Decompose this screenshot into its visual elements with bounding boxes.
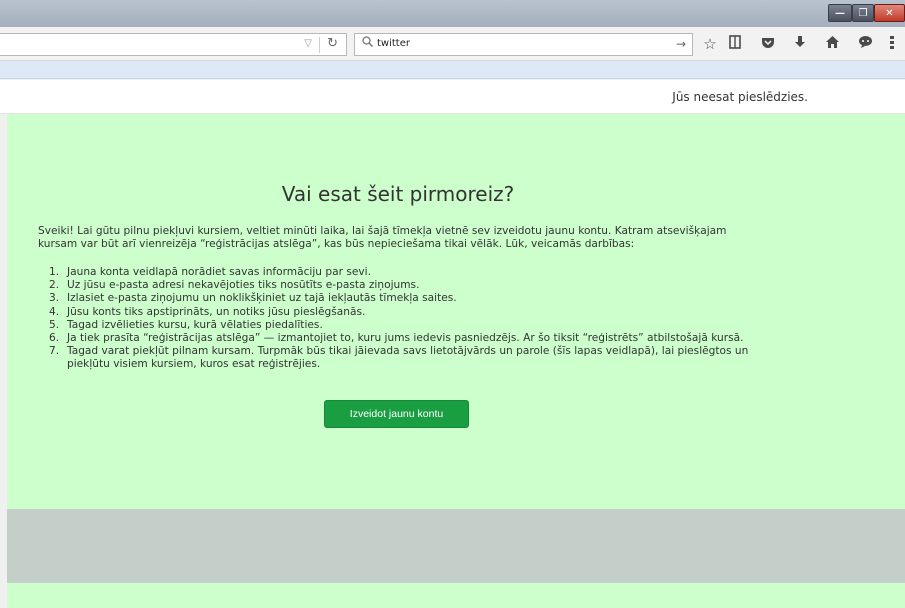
site-header: Jūs neesat pieslēdzies.: [0, 80, 905, 114]
step-number: 2.: [49, 279, 60, 292]
navigation-toolbar: ▽ ↻ twitter → ☆: [0, 27, 905, 61]
bookmarks-bar: [0, 61, 905, 79]
create-account-button[interactable]: Izveidot jaunu kontu: [324, 400, 469, 428]
list-item: 6. Ja tiek prasīta “reģistrācijas atslēga…: [49, 332, 749, 345]
bottom-panel: [7, 583, 905, 608]
steps-list: 1. Jauna konta veidlapā norādiet savas in…: [49, 266, 749, 372]
step-number: 5.: [49, 318, 60, 331]
address-bar[interactable]: ▽ ↻: [0, 33, 347, 56]
step-number: 4.: [49, 305, 60, 318]
step-number: 6.: [49, 332, 60, 345]
reading-list-icon[interactable]: [725, 34, 745, 54]
star-icon[interactable]: ☆: [700, 34, 720, 54]
search-input[interactable]: twitter: [377, 38, 410, 49]
step-text: Tagad varat piekļūt pilnam kursam. Turpm…: [67, 345, 749, 371]
download-icon[interactable]: [790, 34, 810, 54]
step-number: 3.: [49, 292, 60, 305]
search-go-icon[interactable]: →: [676, 37, 686, 51]
divider: [319, 37, 320, 53]
close-icon: ✕: [885, 7, 894, 19]
maximize-icon: ❐: [858, 7, 868, 19]
list-item: 4. Jūsu konts tiks apstiprināts, un notik…: [49, 306, 749, 319]
list-item: 1. Jauna konta veidlapā norādiet savas in…: [49, 266, 749, 279]
window-titlebar: — ❐ ✕: [0, 0, 905, 27]
search-bar[interactable]: twitter →: [354, 33, 693, 56]
home-icon[interactable]: [822, 34, 842, 54]
footer: [7, 509, 905, 583]
close-button[interactable]: ✕: [874, 4, 905, 22]
search-icon: [362, 36, 374, 50]
step-number: 1.: [49, 266, 60, 278]
login-status: Jūs neesat pieslēdzies.: [672, 90, 808, 104]
step-text: Tagad izvēlieties kursu, kurā vēlaties p…: [67, 318, 323, 331]
step-text: Uz jūsu e-pasta adresi nekavējoties tiks…: [67, 279, 420, 292]
list-item: 7. Tagad varat piekļūt pilnam kursam. Tur…: [49, 345, 749, 371]
minimize-icon: —: [835, 7, 845, 19]
minimize-button[interactable]: —: [828, 4, 852, 22]
step-text: Jauna konta veidlapā norādiet savas info…: [67, 266, 371, 278]
step-text: Ja tiek prasīta “reģistrācijas atslēga” …: [67, 332, 744, 345]
list-item: 3. Izlasiet e-pasta ziņojumu un noklikšķi…: [49, 292, 749, 305]
reload-icon[interactable]: ↻: [327, 36, 338, 51]
step-number: 7.: [49, 345, 60, 358]
list-item: 5. Tagad izvēlieties kursu, kurā vēlaties…: [49, 319, 749, 332]
browser-window: — ❐ ✕ ▽ ↻ twitter → ☆ Jūs neesat pieslēd…: [0, 0, 905, 608]
step-text: Izlasiet e-pasta ziņojumu un noklikšķini…: [67, 292, 457, 305]
intro-text: Sveiki! Lai gūtu pilnu piekļuvi kursiem,…: [38, 225, 727, 251]
history-dropdown-icon[interactable]: ▽: [304, 38, 312, 49]
step-text: Jūsu konts tiks apstiprināts, un notiks …: [67, 305, 366, 318]
page-edge: [0, 114, 7, 608]
maximize-button[interactable]: ❐: [852, 4, 874, 22]
pocket-icon[interactable]: [758, 34, 778, 54]
signup-info-panel: Vai esat šeit pirmoreiz? Sveiki! Lai gūt…: [7, 114, 905, 509]
list-item: 2. Uz jūsu e-pasta adresi nekavējoties ti…: [49, 279, 749, 292]
menu-icon[interactable]: [885, 34, 899, 54]
page-title: Vai esat šeit pirmoreiz?: [281, 182, 515, 206]
chat-icon[interactable]: [855, 34, 875, 54]
